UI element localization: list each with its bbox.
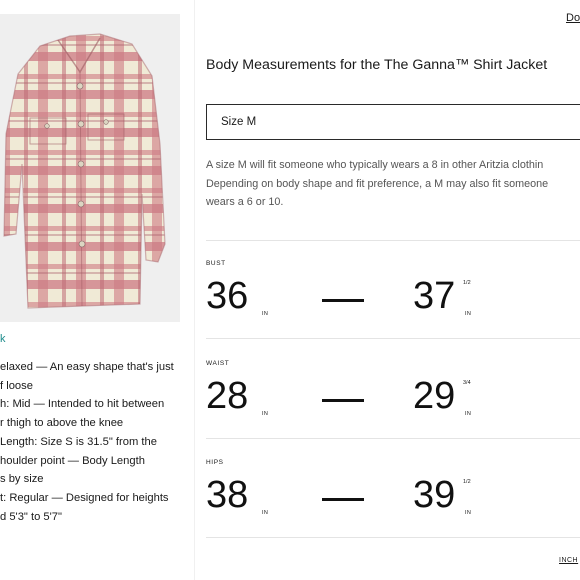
done-button[interactable]: Do [566,12,580,24]
size-select-value: Size M [221,116,257,128]
measurement-label: WAIST [206,360,230,367]
units-toggle-link[interactable]: INCH [559,557,578,564]
detail-line: s by size [0,473,44,486]
measurement-label: BUST [206,260,226,267]
measurement-row-bust: BUST 36 IN 37 1/2 IN [206,260,580,340]
product-details-list: elaxed — An easy shape that's just f loo… [0,358,190,526]
measurement-max-unit: IN [465,411,472,417]
fit-label: k [0,333,6,345]
section-divider [206,338,580,339]
section-divider [206,537,580,538]
detail-line: t: Regular — Designed for heights [0,491,169,504]
measurement-max-unit: IN [465,311,472,317]
measurement-min: 28 [206,375,249,417]
measurement-row-waist: WAIST 28 IN 29 3/4 IN [206,360,580,440]
detail-line: h: Mid — Intended to hit between [0,398,165,411]
measurement-max-unit: IN [465,510,472,516]
measurement-max: 37 [413,275,456,317]
measurement-min-unit: IN [262,411,269,417]
detail-line: Length: Size S is 31.5" from the [0,435,157,448]
size-guide-modal: Do Body Measurements for the The Ganna™ … [195,0,580,580]
measurement-max-fraction: 1/2 [463,479,471,485]
detail-line: houlder point — Body Length [0,454,145,467]
fit-description-line: Depending on body shape and fit preferen… [206,177,549,190]
detail-line: elaxed — An easy shape that's just [0,361,174,373]
detail-line: d 5'3" to 5'7" [0,510,62,523]
size-select[interactable]: Size M [206,104,580,140]
measurement-label: HIPS [206,459,224,466]
modal-title: Body Measurements for the The Ganna™ Shi… [206,57,548,73]
fit-description-line: A size M will fit someone who typically … [206,159,544,171]
product-panel: k elaxed — An easy shape that's just f l… [0,0,194,580]
range-dash [322,399,364,402]
range-dash [322,498,364,501]
range-dash [322,299,364,302]
measurement-min: 36 [206,275,249,317]
fit-description: A size M will fit someone who typically … [206,156,580,212]
measurement-row-hips: HIPS 38 IN 39 1/2 IN [206,459,580,539]
measurement-max: 39 [413,474,456,516]
section-divider [206,438,580,439]
measurement-min-unit: IN [262,510,269,516]
fit-description-line: wears a 6 or 10. [206,196,284,208]
product-image [0,14,180,322]
measurement-max-fraction: 1/2 [463,280,471,286]
detail-line: f loose [0,379,33,392]
section-divider [206,240,580,241]
detail-line: r thigh to above the knee [0,417,124,430]
measurement-max: 29 [413,375,456,417]
measurement-min-unit: IN [262,311,269,317]
measurement-max-fraction: 3/4 [463,380,471,386]
measurement-min: 38 [206,474,249,516]
shirt-jacket-image [3,33,166,309]
